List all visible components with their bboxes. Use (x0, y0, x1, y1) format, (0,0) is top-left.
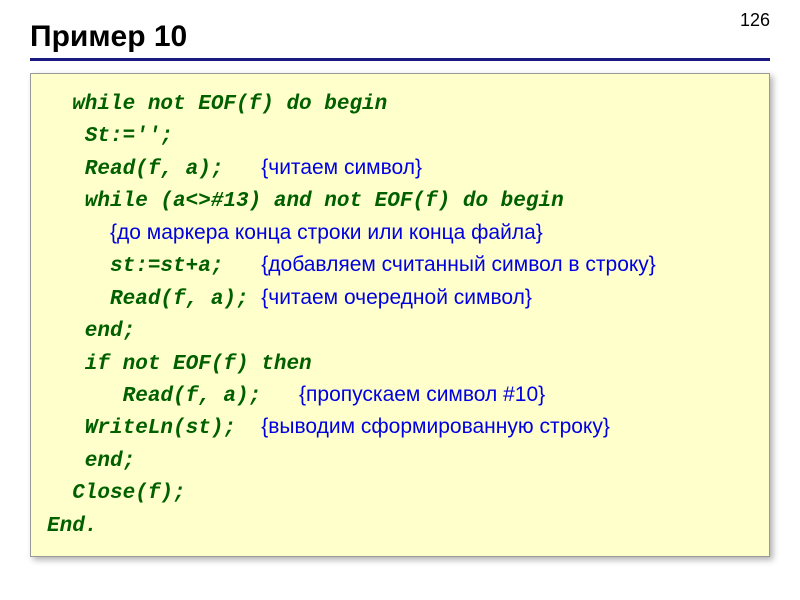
code-line: {до маркера конца строки или конца файла… (47, 218, 753, 250)
code-line: end; (47, 315, 753, 347)
code-comment: {до маркера конца строки или конца файла… (110, 221, 543, 244)
page-number: 126 (740, 10, 770, 31)
code-text: Read(f, a); (47, 288, 261, 311)
code-line: Read(f, a); {пропускаем символ #10} (47, 380, 753, 412)
code-box: while not EOF(f) do begin St:=''; Read(f… (30, 73, 770, 557)
code-text: Read(f, a); (47, 385, 299, 408)
slide-title: Пример 10 (30, 20, 770, 54)
code-line: End. (47, 510, 753, 542)
code-line: while (a<>#13) and not EOF(f) do begin (47, 185, 753, 217)
code-line: Close(f); (47, 477, 753, 509)
code-text: st:=st+a; (47, 255, 261, 278)
code-comment: {выводим сформированную строку} (261, 415, 610, 438)
code-line: Read(f, a); {читаем символ} (47, 153, 753, 185)
slide: 126 Пример 10 while not EOF(f) do begin … (0, 0, 800, 577)
code-line: while not EOF(f) do begin (47, 88, 753, 120)
code-text: St:=''; (47, 125, 173, 148)
code-text: while not EOF(f) do begin (47, 93, 387, 116)
code-text: Read(f, a); (47, 158, 261, 181)
code-line: Read(f, a); {читаем очередной символ} (47, 283, 753, 315)
code-text: Close(f); (47, 482, 186, 505)
code-comment: {добавляем считанный символ в строку} (261, 253, 656, 276)
code-text: end; (47, 320, 135, 343)
title-divider (30, 58, 770, 61)
code-line: WriteLn(st); {выводим сформированную стр… (47, 412, 753, 444)
code-text: End. (47, 515, 97, 538)
code-comment: {читаем символ} (261, 156, 422, 179)
code-text: while (a<>#13) and not EOF(f) do begin (47, 190, 564, 213)
code-line: St:=''; (47, 120, 753, 152)
code-comment: {пропускаем символ #10} (299, 383, 545, 406)
code-comment: {читаем очередной символ} (261, 286, 532, 309)
code-line: st:=st+a; {добавляем считанный символ в … (47, 250, 753, 282)
code-text: end; (47, 450, 135, 473)
code-text: WriteLn(st); (47, 417, 261, 440)
code-line: end; (47, 445, 753, 477)
code-text (47, 223, 110, 246)
code-line: if not EOF(f) then (47, 348, 753, 380)
code-text: if not EOF(f) then (47, 353, 312, 376)
